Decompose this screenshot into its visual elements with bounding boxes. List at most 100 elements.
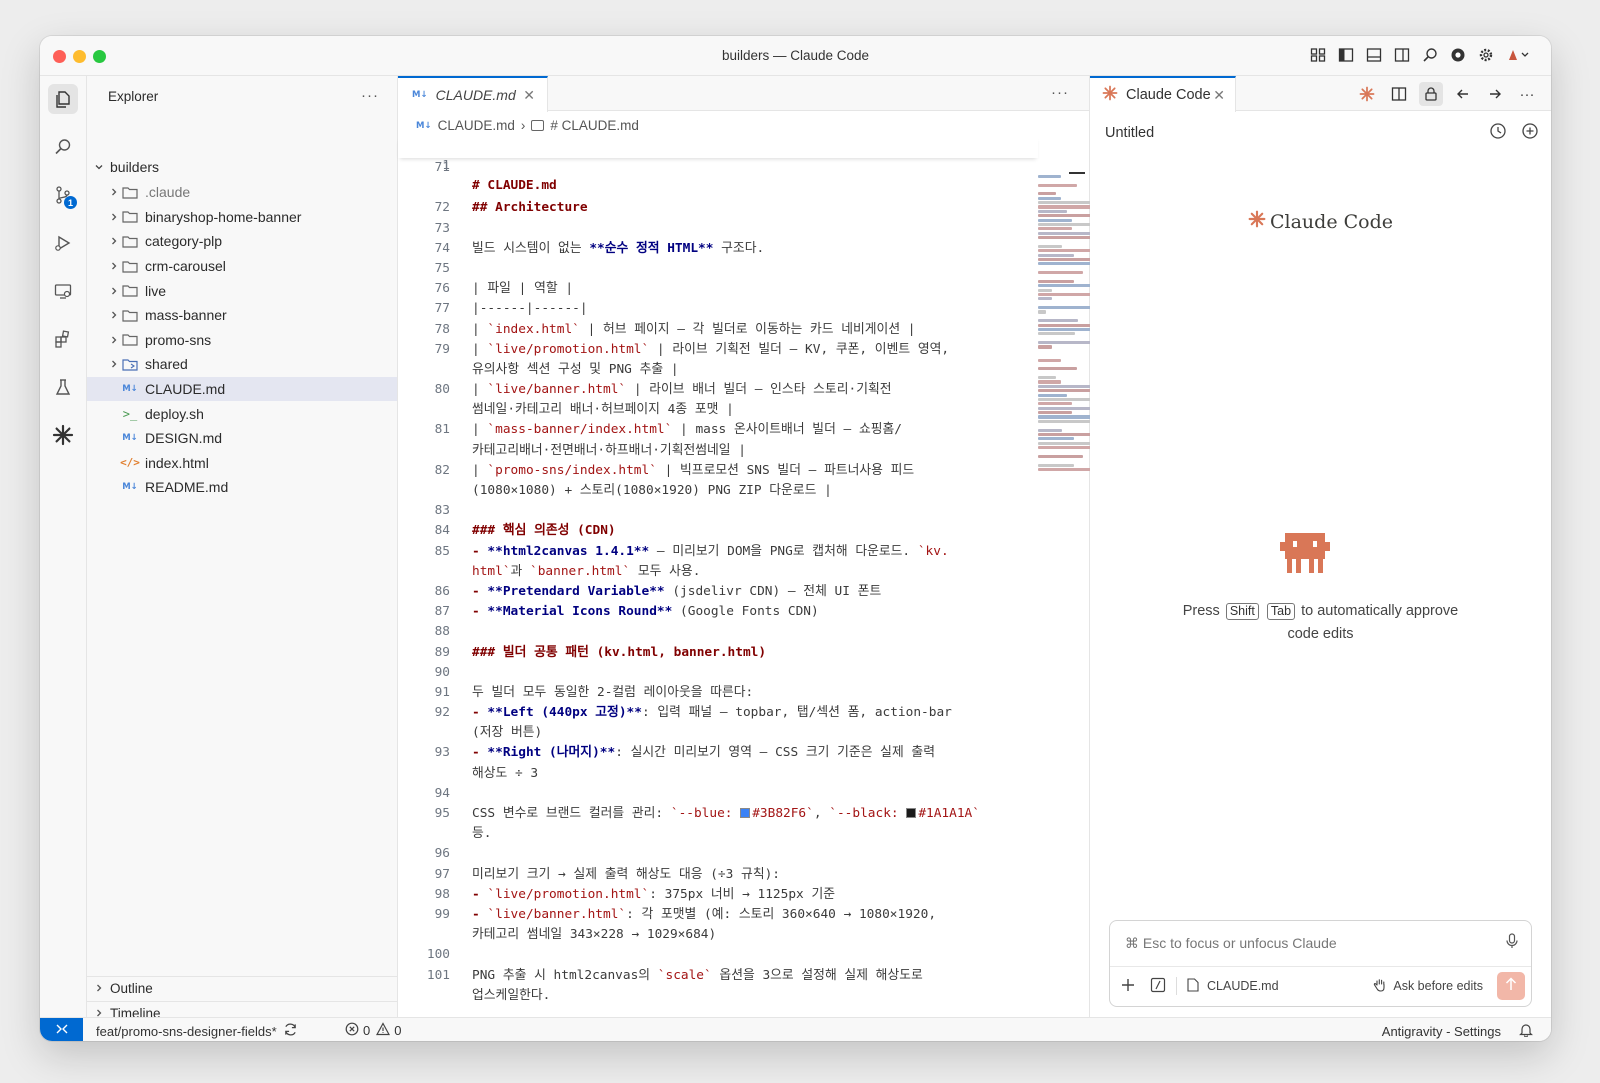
git-branch-status[interactable]: feat/promo-sns-designer-fields*: [96, 1022, 298, 1040]
add-context-icon[interactable]: [1120, 977, 1136, 996]
code-line[interactable]: 85 - **html2canvas 1.4.1** — 미리보기 DOM을 PN…: [398, 542, 1038, 562]
tab-claude-code[interactable]: Claude Code ✕: [1090, 76, 1236, 112]
code-line[interactable]: 카테고리배너·전면배너·하프배너·기획전썸네일 |: [398, 441, 1038, 461]
account-icon[interactable]: [1505, 46, 1533, 64]
microphone-icon[interactable]: [1505, 933, 1519, 954]
bell-icon[interactable]: [1519, 1022, 1533, 1040]
code-line[interactable]: 98 - `live/promotion.html`: 375px 너비 → 11…: [398, 885, 1038, 905]
tab-claude-md[interactable]: M↓ CLAUDE.md ✕: [398, 76, 548, 112]
tree-item-file[interactable]: </> index.html: [87, 451, 397, 476]
code-line[interactable]: 87 - **Material Icons Round** (Google Fon…: [398, 602, 1038, 622]
code-line[interactable]: 93 - **Right (나머지)**: 실시간 미리보기 영역 — CSS 크…: [398, 743, 1038, 763]
explorer-icon[interactable]: [48, 84, 78, 114]
close-icon[interactable]: ✕: [523, 87, 535, 104]
browser-icon[interactable]: [1449, 46, 1467, 64]
code-line[interactable]: 77 |------|------|: [398, 299, 1038, 319]
history-icon[interactable]: [1489, 122, 1507, 145]
antigravity-settings[interactable]: Antigravity - Settings: [1382, 1024, 1501, 1039]
code-line[interactable]: 79 | `live/promotion.html` | 라이브 기획전 빌더 —…: [398, 340, 1038, 360]
code-line[interactable]: 해상도 ÷ 3: [398, 764, 1038, 784]
code-line[interactable]: 99 - `live/banner.html`: 각 포맷별 (예: 스토리 36…: [398, 905, 1038, 925]
new-session-icon[interactable]: [1521, 122, 1539, 145]
outline-section[interactable]: Outline: [87, 976, 397, 1000]
tree-item-folder[interactable]: mass-banner: [87, 303, 397, 328]
send-button[interactable]: [1497, 972, 1525, 1000]
testing-icon[interactable]: [48, 372, 78, 402]
customize-layout-icon[interactable]: [1309, 46, 1327, 64]
split-editor-icon[interactable]: [1387, 82, 1411, 106]
tree-item-folder[interactable]: promo-sns: [87, 328, 397, 353]
color-swatch[interactable]: [740, 808, 751, 818]
tree-item-folder[interactable]: binaryshop-home-banner: [87, 205, 397, 230]
problems-status[interactable]: 0 0: [345, 1022, 401, 1039]
code-line[interactable]: (저장 버튼): [398, 723, 1038, 743]
tree-item-file[interactable]: M↓ README.md: [87, 475, 397, 500]
code-line[interactable]: 카테고리 썸네일 343×228 → 1029×684): [398, 925, 1038, 945]
tree-item-folder[interactable]: crm-carousel: [87, 254, 397, 279]
code-line[interactable]: 96: [398, 844, 1038, 864]
code-line[interactable]: 썸네일·카테고리 배너·허브페이지 4종 포맷 |: [398, 400, 1038, 420]
code-line[interactable]: 100: [398, 945, 1038, 965]
code-line[interactable]: 95 CSS 변수로 브랜드 컬러를 관리: `--blue: #3B82F6`,…: [398, 804, 1038, 824]
claude-spark-icon[interactable]: [48, 420, 78, 450]
code-line[interactable]: 82 | `promo-sns/index.html` | 빅프로모션 SNS 빌…: [398, 461, 1038, 481]
code-line[interactable]: 89 ### 빌더 공통 패턴 (kv.html, banner.html): [398, 643, 1038, 663]
toggle-secondary-sidebar-icon[interactable]: [1393, 46, 1411, 64]
source-control-icon[interactable]: 1: [48, 180, 78, 210]
code-line[interactable]: 101 PNG 추출 시 html2canvas의 `scale` 옵션을 3으로…: [398, 966, 1038, 986]
code-editor[interactable]: 71 72 ## Architecture 73 74 빌드 시스템이 없는 **순수 정…: [398, 158, 1038, 1017]
sticky-scroll-header[interactable]: 1 # CLAUDE.md: [398, 136, 1038, 193]
code-line[interactable]: 등.: [398, 824, 1038, 844]
toggle-panel-icon[interactable]: [1365, 46, 1383, 64]
more-actions-icon[interactable]: ···: [1515, 82, 1539, 106]
code-line[interactable]: 88: [398, 622, 1038, 642]
code-line[interactable]: 유의사항 섹션 구성 및 PNG 추출 |: [398, 360, 1038, 380]
breadcrumb-symbol[interactable]: # CLAUDE.md: [550, 118, 639, 133]
permission-mode[interactable]: Ask before edits: [1393, 979, 1483, 993]
remote-explorer-icon[interactable]: [48, 276, 78, 306]
search-icon[interactable]: [48, 132, 78, 162]
search-icon[interactable]: [1421, 46, 1439, 64]
slash-command-icon[interactable]: [1150, 977, 1166, 996]
tree-item-file[interactable]: >_ deploy.sh: [87, 401, 397, 426]
run-debug-icon[interactable]: [48, 228, 78, 258]
code-line[interactable]: 업스케일한다.: [398, 986, 1038, 1006]
code-line[interactable]: 78 | `index.html` | 허브 페이지 — 각 빌더로 이동하는 카…: [398, 320, 1038, 340]
code-line[interactable]: 75: [398, 259, 1038, 279]
prompt-input[interactable]: ⌘ Esc to focus or unfocus Claude CLAUDE.…: [1109, 920, 1532, 1007]
lock-icon[interactable]: [1419, 82, 1443, 106]
root-folder-builders[interactable]: builders: [87, 155, 397, 179]
code-line[interactable]: 97 미리보기 크기 → 실제 출력 해상도 대응 (÷3 규칙):: [398, 865, 1038, 885]
tree-item-folder[interactable]: shared: [87, 352, 397, 377]
tree-item-file[interactable]: M↓ DESIGN.md: [87, 426, 397, 451]
code-line[interactable]: 86 - **Pretendard Variable** (jsdelivr CD…: [398, 582, 1038, 602]
code-line[interactable]: 80 | `live/banner.html` | 라이브 배너 빌더 — 인스타…: [398, 380, 1038, 400]
remote-indicator[interactable]: [40, 1018, 83, 1041]
code-line[interactable]: 94: [398, 784, 1038, 804]
close-icon[interactable]: ✕: [1213, 87, 1225, 104]
code-line[interactable]: 72 ## Architecture: [398, 198, 1038, 218]
tree-item-folder[interactable]: category-plp: [87, 229, 397, 254]
tree-item-file[interactable]: M↓ CLAUDE.md: [87, 376, 397, 402]
code-line[interactable]: (1080×1080) + 스토리(1080×1920) PNG ZIP 다운로…: [398, 481, 1038, 501]
explorer-more-button[interactable]: ···: [361, 87, 379, 104]
toggle-primary-sidebar-icon[interactable]: [1337, 46, 1355, 64]
breadcrumb-file[interactable]: CLAUDE.md: [438, 118, 515, 133]
editor-more-button[interactable]: ···: [1051, 84, 1069, 101]
code-line[interactable]: 83: [398, 501, 1038, 521]
color-swatch[interactable]: [906, 808, 917, 818]
code-line[interactable]: 74 빌드 시스템이 없는 **순수 정적 HTML** 구조다.: [398, 239, 1038, 259]
arrow-left-icon[interactable]: [1451, 82, 1475, 106]
arrow-right-icon[interactable]: [1483, 82, 1507, 106]
gear-icon[interactable]: [1477, 46, 1495, 64]
code-line[interactable]: 84 ### 핵심 의존성 (CDN): [398, 521, 1038, 541]
code-line[interactable]: 91 두 빌더 모두 동일한 2-컬럼 레이아웃을 따른다:: [398, 683, 1038, 703]
code-line[interactable]: 92 - **Left (440px 고정)**: 입력 패널 — topbar,…: [398, 703, 1038, 723]
tree-item-folder[interactable]: .claude: [87, 180, 397, 205]
code-line[interactable]: html`과 `banner.html` 모두 사용.: [398, 562, 1038, 582]
code-line[interactable]: 81 | `mass-banner/index.html` | mass 온사이트…: [398, 420, 1038, 440]
code-line[interactable]: 73: [398, 219, 1038, 239]
claude-spark-icon[interactable]: [1355, 82, 1379, 106]
tree-item-folder[interactable]: live: [87, 278, 397, 303]
code-line[interactable]: 76 | 파일 | 역할 |: [398, 279, 1038, 299]
